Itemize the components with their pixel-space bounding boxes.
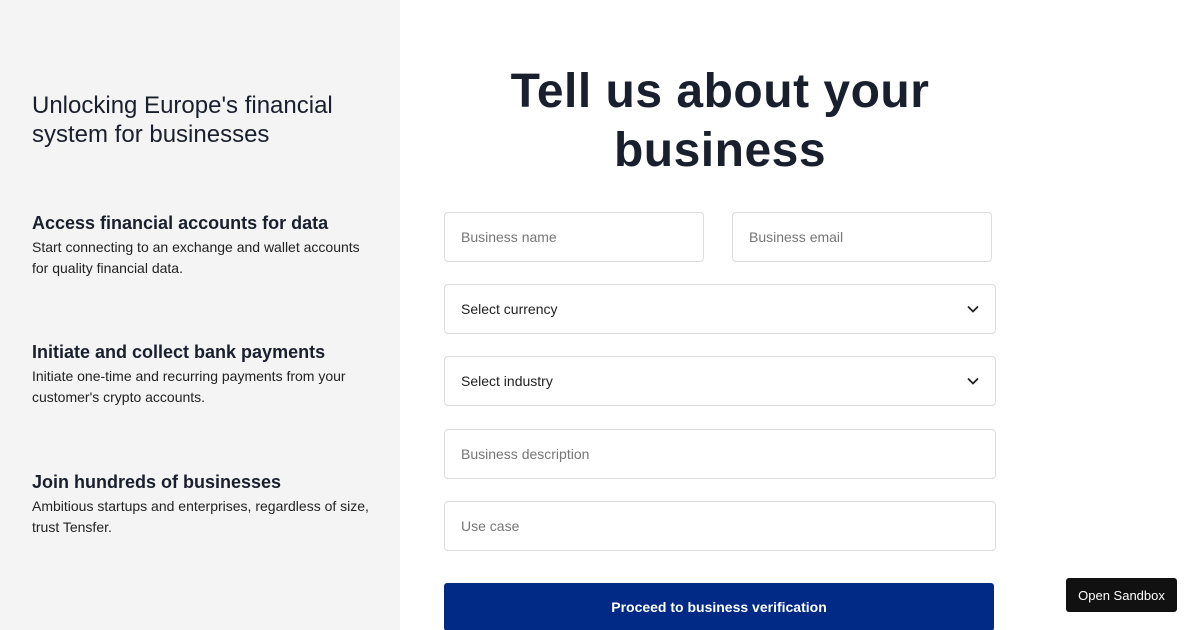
industry-select[interactable]: Select industry (444, 356, 996, 406)
business-name-input[interactable] (444, 212, 704, 262)
use-case-input[interactable] (444, 501, 996, 551)
feature-description: Initiate one-time and recurring payments… (32, 368, 346, 405)
sidebar-tagline: Unlocking Europe's financial system for … (32, 92, 333, 148)
feature-description: Start connecting to an exchange and wall… (32, 239, 360, 276)
feature-item: Initiate and collect bank payments Initi… (32, 341, 372, 408)
chevron-down-icon (967, 303, 979, 315)
currency-select[interactable]: Select currency (444, 284, 996, 334)
feature-item: Join hundreds of businesses Ambitious st… (32, 471, 372, 538)
page-title: Tell us about your business (510, 65, 930, 177)
currency-select-value: Select currency (461, 301, 558, 317)
business-description-input[interactable] (444, 429, 996, 479)
chevron-down-icon (967, 375, 979, 387)
feature-title: Initiate and collect bank payments (32, 342, 326, 362)
sidebar: Unlocking Europe's financial system for … (0, 0, 400, 630)
feature-item: Access financial accounts for data Start… (32, 212, 372, 279)
business-email-input[interactable] (732, 212, 992, 262)
feature-title: Access financial accounts for data (32, 213, 329, 233)
open-sandbox-button[interactable]: Open Sandbox (1066, 578, 1177, 612)
industry-select-value: Select industry (461, 373, 553, 389)
proceed-verification-button[interactable]: Proceed to business verification (444, 583, 994, 630)
business-form: Tell us about your business Select curre… (400, 0, 1200, 630)
feature-title: Join hundreds of businesses (32, 472, 282, 492)
feature-description: Ambitious startups and enterprises, rega… (32, 498, 369, 535)
